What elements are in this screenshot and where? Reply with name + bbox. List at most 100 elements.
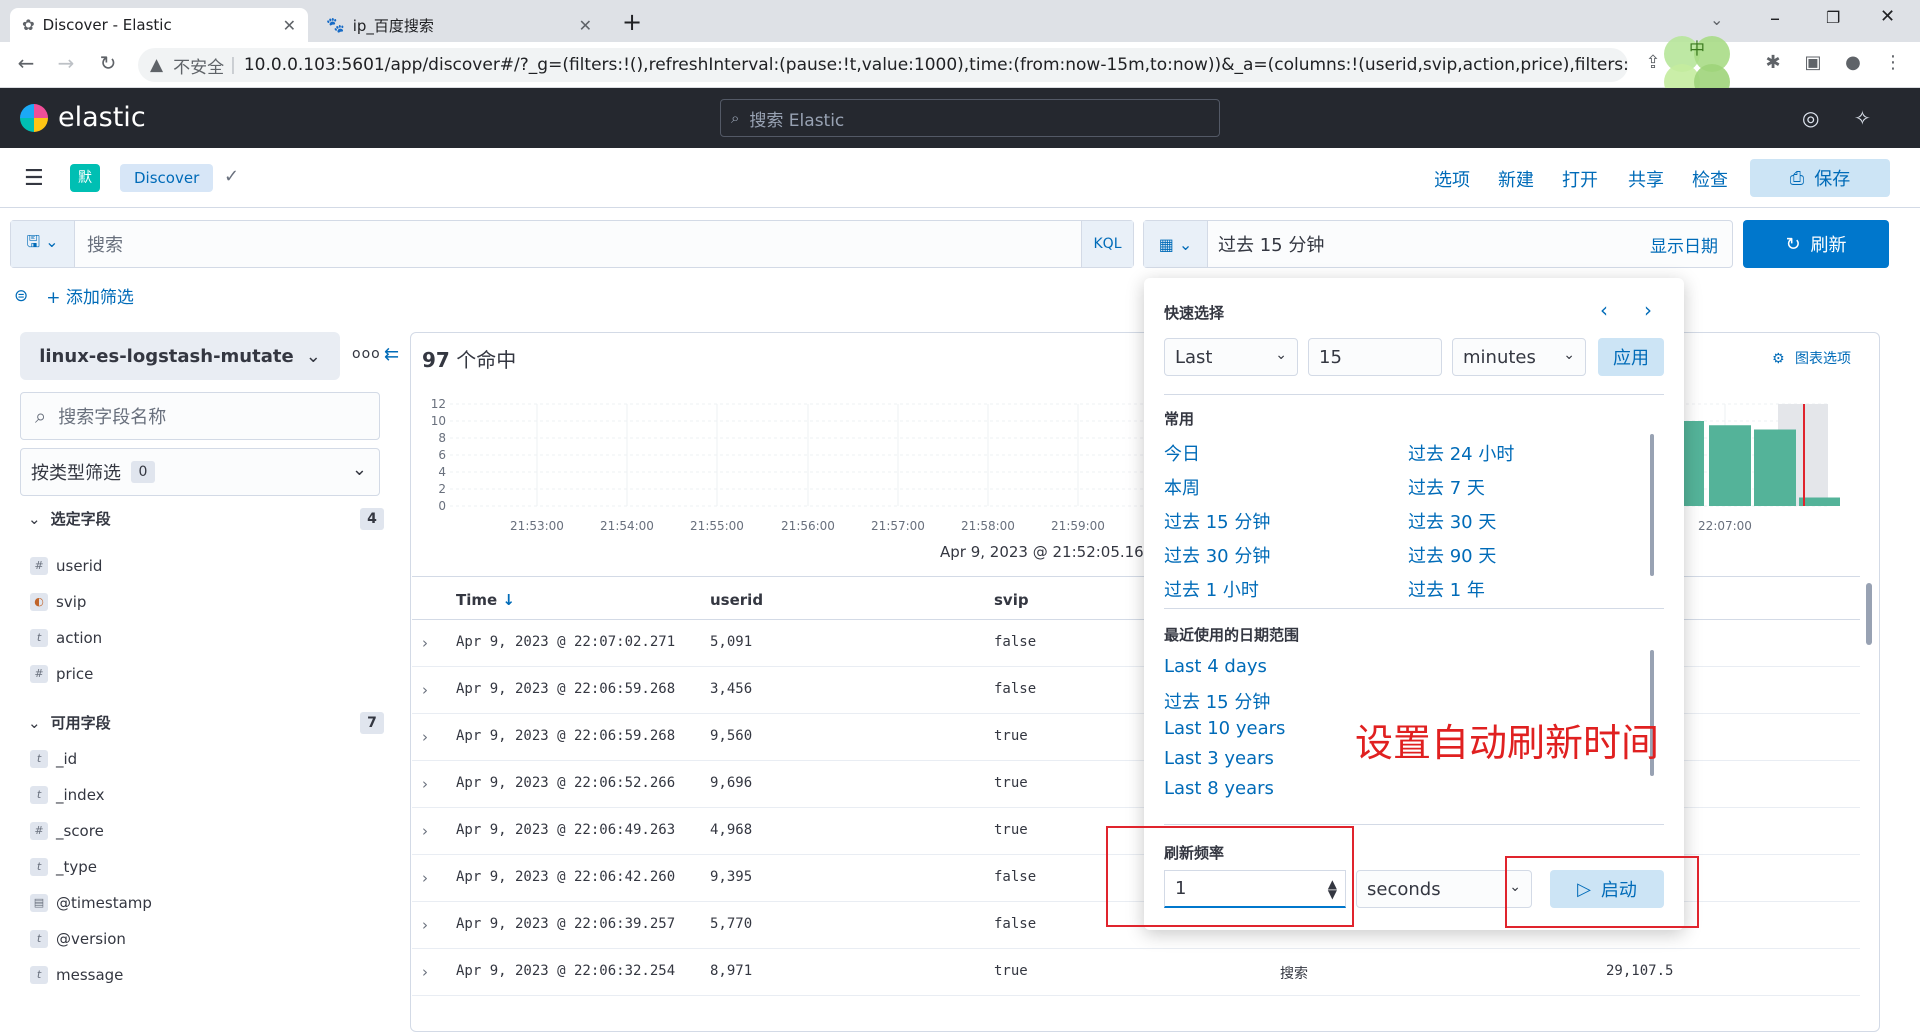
minimize-button[interactable]: – (1770, 6, 1780, 30)
saved-query-button[interactable]: 🖫 ⌄ (11, 221, 75, 267)
inspect-link[interactable]: 检查 (1692, 166, 1728, 192)
field-item-score[interactable]: # _score (30, 822, 104, 840)
hamburger-menu-icon[interactable]: ☰ (24, 166, 44, 191)
table-scrollbar[interactable] (1866, 583, 1872, 645)
table-row[interactable]: › Apr 9, 2023 @ 22:06:32.254 8,971 true 搜索 29… (412, 949, 1860, 996)
expand-row-icon[interactable]: › (422, 963, 428, 981)
filter-icon[interactable]: ⊜ (14, 286, 28, 306)
chart-options-button[interactable]: ⚙ 图表选项 (1772, 348, 1851, 368)
save-button[interactable]: ⎙ 保存 (1750, 159, 1890, 197)
common-30-min[interactable]: 过去 30 分钟 (1164, 542, 1270, 568)
recent-item[interactable]: Last 10 years (1164, 718, 1285, 739)
maximize-button[interactable]: ❐ (1826, 8, 1840, 27)
common-1-hour[interactable]: 过去 1 小时 (1164, 576, 1259, 602)
collapse-sidebar-icon[interactable]: ⇇ (384, 344, 399, 365)
tab-baidu[interactable]: 🐾 ip_百度搜索 ✕ (314, 8, 604, 42)
url-field[interactable]: ▲ 不安全 | 10.0.0.103:5601/app/discover#/?_… (138, 48, 1628, 82)
field-item-svip[interactable]: ◐ svip (30, 593, 86, 611)
profile-icon[interactable]: ● (1840, 52, 1866, 78)
field-item-message[interactable]: t message (30, 966, 123, 984)
tense-select[interactable]: Last ⌄ (1164, 338, 1298, 376)
common-7-days[interactable]: 过去 7 天 (1408, 474, 1485, 500)
help-icon[interactable]: ◎ (1802, 106, 1819, 130)
recent-item[interactable]: Last 8 years (1164, 778, 1274, 799)
field-name: message (56, 966, 124, 984)
extensions-icon[interactable]: ✱ (1760, 52, 1786, 78)
field-item-timestamp[interactable]: ▤ @timestamp (30, 894, 152, 912)
options-link[interactable]: 选项 (1434, 166, 1470, 192)
field-search-input[interactable]: ⌕ 搜索字段名称 (20, 392, 380, 440)
space-avatar[interactable]: 默 (70, 164, 100, 192)
recent-item[interactable]: 过去 15 分钟 (1164, 688, 1270, 714)
column-time[interactable]: Time ↓ (456, 591, 515, 609)
expand-row-icon[interactable]: › (422, 822, 428, 840)
expand-row-icon[interactable]: › (422, 869, 428, 887)
histogram-bar[interactable] (1682, 421, 1704, 506)
available-fields-header[interactable]: ⌄ 可用字段 7 (28, 712, 384, 734)
expand-row-icon[interactable]: › (422, 634, 428, 652)
reload-icon[interactable]: ↻ (94, 51, 122, 75)
global-search-input[interactable]: ⌕ 搜索 Elastic (720, 99, 1220, 137)
field-item-index[interactable]: t _index (30, 786, 105, 804)
expand-row-icon[interactable]: › (422, 916, 428, 934)
kql-toggle[interactable]: KQL (1081, 221, 1133, 267)
share-link[interactable]: 共享 (1628, 166, 1664, 192)
breadcrumb[interactable]: Discover (120, 164, 214, 192)
cell-time: Apr 9, 2023 @ 22:06:49.263 (456, 822, 676, 838)
previous-range-icon[interactable]: ‹ (1600, 298, 1608, 322)
recent-item[interactable]: Last 3 years (1164, 748, 1274, 769)
more-options-icon[interactable]: ooo (352, 346, 381, 362)
column-userid[interactable]: userid (710, 591, 763, 609)
refresh-button[interactable]: ↻ 刷新 (1743, 220, 1889, 268)
histogram-bar[interactable] (1754, 429, 1796, 507)
show-dates-link[interactable]: 显示日期 (1650, 232, 1732, 257)
recent-item[interactable]: Last 4 days (1164, 656, 1267, 677)
histogram-bar[interactable] (1709, 425, 1751, 506)
filter-by-type-button[interactable]: 按类型筛选 0 ⌄ (20, 448, 380, 496)
field-item-version[interactable]: t @version (30, 930, 126, 948)
common-15-min[interactable]: 过去 15 分钟 (1164, 508, 1270, 534)
menu-kebab-icon[interactable]: ⋮ (1880, 52, 1906, 78)
selected-fields-header[interactable]: ⌄ 选定字段 4 (28, 508, 384, 530)
field-item-type[interactable]: t _type (30, 858, 97, 876)
expand-row-icon[interactable]: › (422, 775, 428, 793)
sidepanel-icon[interactable]: ▣ (1800, 52, 1826, 78)
common-this-week[interactable]: 本周 (1164, 474, 1200, 500)
field-item-userid[interactable]: # userid (30, 557, 102, 575)
common-90-days[interactable]: 过去 90 天 (1408, 542, 1496, 568)
tab-discover[interactable]: ✿ Discover - Elastic ✕ (10, 8, 308, 42)
expand-row-icon[interactable]: › (422, 681, 428, 699)
open-link[interactable]: 打开 (1562, 166, 1598, 192)
common-scrollbar[interactable] (1650, 434, 1654, 576)
add-filter-link[interactable]: + 添加筛选 (46, 283, 134, 308)
query-input[interactable]: 搜索 (75, 231, 1081, 257)
unit-select[interactable]: minutes ⌄ (1452, 338, 1586, 376)
count-input[interactable]: 15 (1308, 338, 1442, 376)
histogram-bar[interactable] (1799, 497, 1840, 507)
close-tab-icon[interactable]: ✕ (579, 16, 592, 35)
close-tab-icon[interactable]: ✕ (283, 16, 296, 35)
common-30-days[interactable]: 过去 30 天 (1408, 508, 1496, 534)
new-link[interactable]: 新建 (1498, 166, 1534, 192)
close-window-button[interactable]: ✕ (1880, 6, 1895, 27)
cell-time: Apr 9, 2023 @ 22:06:39.257 (456, 916, 676, 932)
common-1-year[interactable]: 过去 1 年 (1408, 576, 1485, 602)
back-icon[interactable]: ← (12, 51, 40, 75)
forward-icon[interactable]: → (52, 51, 80, 75)
y-tick-label: 10 (431, 414, 446, 428)
news-icon[interactable]: ✧ (1854, 106, 1871, 130)
common-24-hours[interactable]: 过去 24 小时 (1408, 440, 1514, 466)
column-svip[interactable]: svip (994, 591, 1029, 609)
index-pattern-select[interactable]: linux-es-logstash-mutate ⌄ (20, 332, 340, 380)
field-item-price[interactable]: # price (30, 665, 93, 683)
next-range-icon[interactable]: › (1644, 298, 1652, 322)
new-tab-button[interactable]: + (622, 8, 642, 36)
time-range-value[interactable]: 过去 15 分钟 (1208, 231, 1650, 257)
elastic-logo[interactable]: elastic (20, 102, 146, 133)
apply-button[interactable]: 应用 (1598, 338, 1664, 376)
common-today[interactable]: 今日 (1164, 440, 1200, 466)
quick-menu-button[interactable]: ▦ ⌄ (1144, 221, 1208, 267)
field-item-action[interactable]: t action (30, 629, 102, 647)
expand-row-icon[interactable]: › (422, 728, 428, 746)
field-item-id[interactable]: t _id (30, 750, 77, 768)
